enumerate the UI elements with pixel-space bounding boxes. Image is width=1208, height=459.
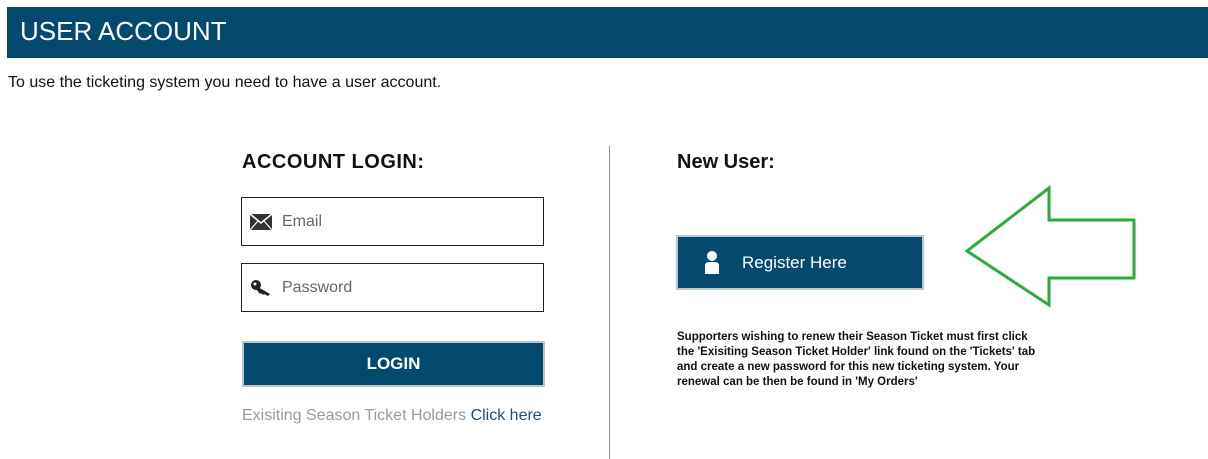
page-title: USER ACCOUNT xyxy=(20,16,227,46)
intro-text: To use the ticketing system you need to … xyxy=(8,74,442,91)
page-header: USER ACCOUNT xyxy=(7,7,1208,58)
password-field[interactable] xyxy=(241,263,544,312)
email-input[interactable] xyxy=(282,208,532,236)
password-input[interactable] xyxy=(282,274,532,302)
user-icon xyxy=(705,251,719,274)
renewal-note: Supporters wishing to renew their Season… xyxy=(677,331,1036,388)
season-ticket-holders-label: Exisiting Season Ticket Holders xyxy=(242,407,467,424)
key-icon xyxy=(251,280,270,296)
season-ticket-holders-text: Exisiting Season Ticket Holders Click he… xyxy=(242,404,562,427)
envelope-icon xyxy=(250,213,272,231)
account-login-heading: ACCOUNT LOGIN: xyxy=(242,151,425,173)
register-button-label: Register Here xyxy=(742,253,847,272)
arrow-left-icon xyxy=(964,185,1136,308)
email-field[interactable] xyxy=(241,197,544,246)
season-ticket-holders-link[interactable]: Click here xyxy=(471,407,542,424)
register-button[interactable]: Register Here xyxy=(676,235,924,290)
column-divider xyxy=(609,146,610,459)
new-user-heading: New User: xyxy=(677,151,775,173)
login-button[interactable]: LOGIN xyxy=(242,341,545,387)
